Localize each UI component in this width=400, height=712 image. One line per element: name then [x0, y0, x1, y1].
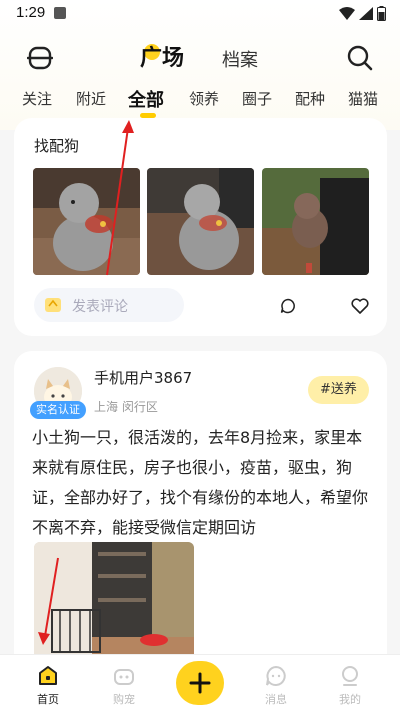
nav-home-label: 首页	[37, 693, 59, 706]
signal-icon	[359, 7, 373, 20]
battery-icon	[377, 6, 386, 21]
verified-badge: 实名认证	[30, 401, 86, 419]
menu-icon[interactable]	[27, 45, 53, 71]
home-icon	[39, 666, 57, 685]
notification-icon	[54, 7, 66, 19]
category-nearby[interactable]: 附近	[76, 88, 106, 109]
category-cats[interactable]: 猫猫	[348, 88, 378, 109]
comment-bubble-icon[interactable]	[280, 298, 296, 314]
nav-mine-label: 我的	[339, 693, 361, 706]
post-title: 找配狗	[34, 137, 80, 155]
nav-buy-pet[interactable]: 购宠	[94, 655, 154, 712]
category-adopt[interactable]: 领养	[189, 88, 219, 109]
wifi-icon	[339, 7, 355, 20]
heart-icon[interactable]	[351, 298, 369, 314]
pet-shop-icon	[114, 669, 134, 685]
status-time: 1:29	[16, 4, 46, 21]
post-photo-2[interactable]	[147, 168, 254, 275]
post-card-2[interactable]: 实名认证 手机用户3867 上海 闵行区 #送养 小土狗一只，很活泼的，去年8月…	[14, 351, 387, 671]
tab-square[interactable]: 广场	[140, 40, 184, 72]
tab-archive[interactable]: 档案	[222, 46, 258, 72]
comment-placeholder: 发表评论	[72, 299, 128, 315]
bottom-nav: 首页 购宠 消息 我的	[0, 654, 400, 712]
post-tag[interactable]: #送养	[308, 376, 369, 404]
post-body: 小土狗一只，很活泼的，去年8月捡来，家里本来就有原住民，房子也很小，疫苗，驱虫，…	[32, 428, 369, 537]
category-all[interactable]: 全部	[128, 86, 164, 112]
nav-buy-pet-label: 购宠	[113, 693, 135, 706]
comment-input[interactable]: 发表评论	[34, 288, 184, 322]
post-photo-3[interactable]	[262, 168, 369, 275]
post-photo-1[interactable]	[33, 168, 140, 275]
message-icon	[266, 665, 286, 686]
plus-icon	[189, 672, 211, 694]
category-circle[interactable]: 圈子	[242, 88, 272, 109]
post-photo[interactable]	[34, 542, 194, 671]
comment-pencil-icon	[45, 298, 61, 312]
add-post-button[interactable]	[176, 661, 224, 705]
nav-home[interactable]: 首页	[18, 655, 78, 712]
nav-mine[interactable]: 我的	[320, 655, 380, 712]
status-icons	[339, 6, 386, 21]
category-follow[interactable]: 关注	[22, 88, 52, 109]
search-icon[interactable]	[346, 44, 374, 72]
category-tabs: 关注 附近 全部 领养 圈子 配种 猫猫	[0, 86, 400, 122]
tab-square-label: 广场	[140, 46, 185, 71]
nav-messages[interactable]: 消息	[246, 655, 306, 712]
location: 上海 闵行区	[94, 400, 158, 414]
top-header: 广场 档案	[0, 36, 400, 80]
status-bar: 1:29	[0, 0, 400, 28]
username[interactable]: 手机用户3867	[94, 367, 192, 388]
profile-icon	[342, 666, 358, 686]
nav-messages-label: 消息	[265, 693, 287, 706]
category-breeding[interactable]: 配种	[295, 88, 325, 109]
post-card-1[interactable]: 找配狗 发表评论	[14, 118, 387, 336]
